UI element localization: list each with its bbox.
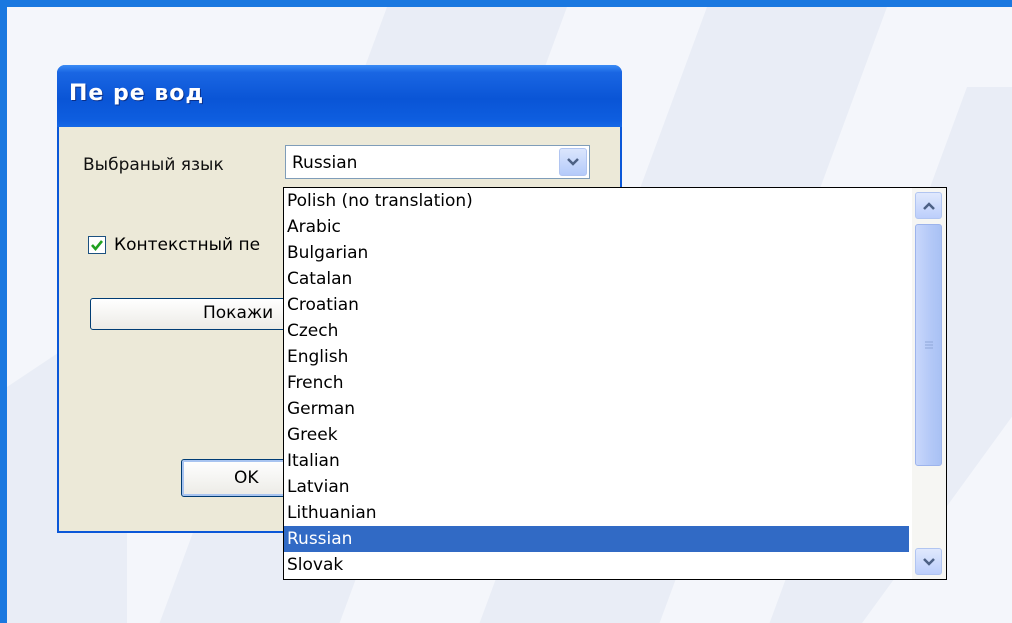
list-item[interactable]: French [284,370,909,396]
scroll-up-button[interactable] [915,192,942,219]
chevron-down-icon [567,158,579,166]
list-item[interactable]: Slovak [284,552,909,578]
checkmark-icon [91,240,104,252]
language-label: Выбраный язык [83,155,224,175]
dialog-titlebar[interactable]: Пе ре вод [57,65,622,127]
dialog-title: Пе ре вод [69,81,205,106]
combobox-dropdown-button[interactable] [559,148,587,176]
list-item[interactable]: Italian [284,448,909,474]
language-combobox[interactable]: Russian [285,145,590,179]
list-item[interactable]: Croatian [284,292,909,318]
list-item[interactable]: Lithuanian [284,500,909,526]
list-item[interactable]: Polish (no translation) [284,188,909,214]
list-item[interactable]: German [284,396,909,422]
list-item[interactable]: Czech [284,318,909,344]
list-item[interactable]: Arabic [284,214,909,240]
list-item[interactable]: Greek [284,422,909,448]
chevron-down-icon [922,557,935,566]
language-list: Polish (no translation) Arabic Bulgarian… [284,188,909,578]
scrollbar-thumb[interactable] [915,224,942,466]
list-item[interactable]: Latvian [284,474,909,500]
grip-icon [924,341,933,349]
scroll-down-button[interactable] [915,548,942,575]
language-dropdown-list[interactable]: Polish (no translation) Arabic Bulgarian… [283,187,947,580]
list-item[interactable]: Bulgarian [284,240,909,266]
ok-button-label: OK [234,468,259,488]
context-checkbox-label: Контекстный пе [114,235,261,255]
vertical-scrollbar[interactable] [912,188,946,579]
list-item-selected[interactable]: Russian [284,526,909,552]
context-checkbox[interactable] [88,236,106,254]
chevron-up-icon [922,201,935,210]
list-item[interactable]: Catalan [284,266,909,292]
show-button-label: Покажи [203,303,274,323]
list-item[interactable]: English [284,344,909,370]
language-combobox-value: Russian [292,153,358,173]
